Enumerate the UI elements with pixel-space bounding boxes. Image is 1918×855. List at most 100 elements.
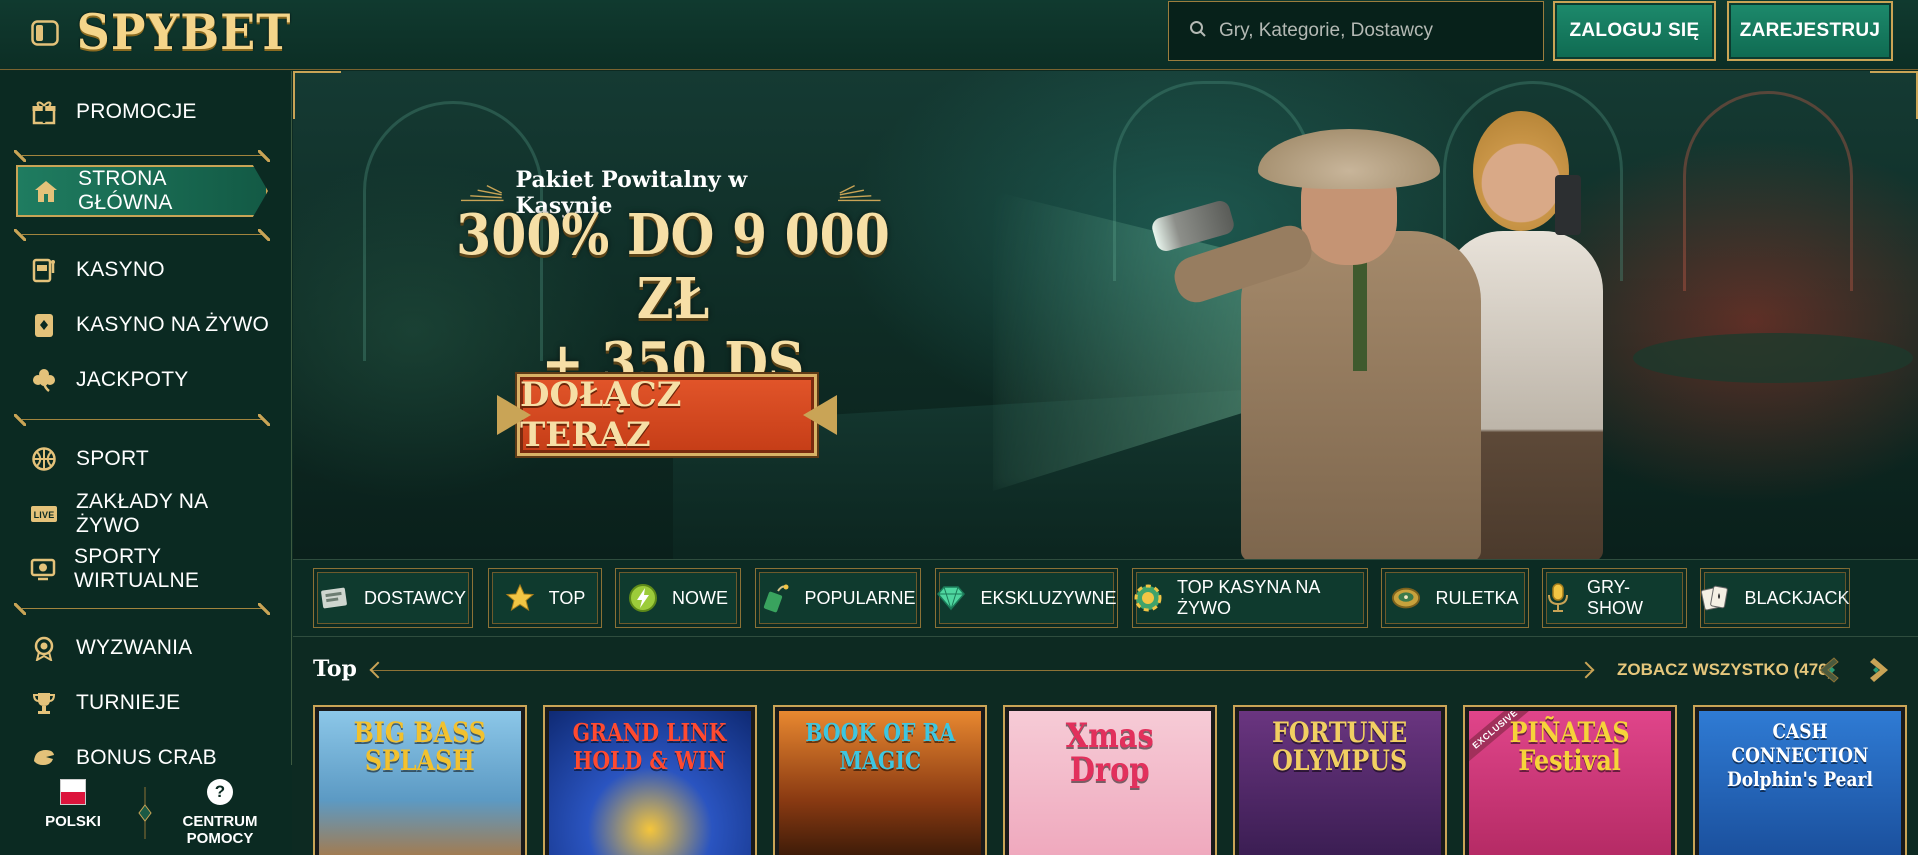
category-label: TOP KASYNA NA ŻYWO — [1177, 577, 1320, 618]
microphone-icon — [1543, 583, 1573, 613]
join-now-label: DOŁĄCZ TERAZ — [517, 374, 817, 456]
register-button[interactable]: ZAREJESTRUJ — [1727, 1, 1893, 61]
sidebar-divider — [14, 603, 270, 615]
game-title: Xmas Drop — [1065, 716, 1155, 790]
see-all-link[interactable]: ZOBACZ WSZYSTKO (476) — [1617, 660, 1833, 680]
sidebar-item-label: TURNIEJE — [76, 691, 181, 714]
carousel-next-button[interactable] — [1866, 656, 1892, 684]
arrow-left-ornament-icon — [497, 395, 531, 435]
category-bar: DOSTAWCY TOP NOWE POPULARNE EKSKLUZYWNE … — [293, 559, 1918, 637]
game-tile-big-bass-splash[interactable]: BIG BASS SPLASH — [313, 705, 527, 855]
providers-icon — [320, 583, 350, 613]
category-game-shows[interactable]: GRY-SHOW — [1542, 568, 1687, 628]
footer-separator — [138, 787, 152, 839]
sidebar-toggle-icon[interactable] — [30, 18, 60, 48]
virtual-sport-icon — [30, 555, 56, 583]
login-button[interactable]: ZALOGUJ SIĘ — [1553, 1, 1716, 61]
sidebar-item-label: SPORTY WIRTUALNE — [74, 545, 200, 592]
game-title: GRAND LINK HOLD & WIN — [573, 718, 727, 775]
question-icon: ? — [207, 779, 233, 805]
basketball-icon — [30, 445, 58, 473]
category-roulette[interactable]: RULETKA — [1381, 568, 1529, 628]
section-divider — [372, 670, 1592, 671]
category-new[interactable]: NOWE — [615, 568, 741, 628]
game-thumbnail: FORTUNE OLYMPUS — [1239, 711, 1441, 855]
category-label: POPULARNE — [804, 587, 916, 608]
category-label: RULETKA — [1435, 587, 1519, 608]
search-input[interactable] — [1219, 20, 1519, 42]
game-tile-fortune-olympus[interactable]: FORTUNE OLYMPUS — [1233, 705, 1447, 855]
game-thumbnail: BIG BASS SPLASH — [319, 711, 521, 855]
sidebar-item-home[interactable]: STRONA GŁÓWNA — [16, 165, 268, 217]
sidebar-item-tournaments[interactable]: TURNIEJE — [30, 683, 270, 723]
game-tile-book-of-ra-magic[interactable]: BOOK OF RA MAGIC — [773, 705, 987, 855]
sidebar-item-challenges[interactable]: WYZWANIA — [30, 628, 270, 668]
join-now-button[interactable]: DOŁĄCZ TERAZ — [497, 367, 837, 463]
game-thumbnail: GRAND LINK HOLD & WIN — [549, 711, 751, 855]
lightning-icon — [628, 583, 658, 613]
chip-icon — [1133, 583, 1163, 613]
medal-icon — [30, 634, 58, 662]
playing-card-icon — [30, 311, 58, 339]
category-bar-fade — [1838, 560, 1918, 636]
sidebar-footer: POLSKI ? CENTRUM POMOCY — [0, 765, 292, 855]
game-tile-cash-connection[interactable]: CASH CONNECTION Dolphin's Pearl — [1693, 705, 1907, 855]
sidebar-item-casino[interactable]: KASYNO — [30, 250, 270, 290]
category-top[interactable]: TOP — [488, 568, 602, 628]
slot-machine-icon — [30, 256, 58, 284]
game-title: PIÑATAS Festival — [1509, 716, 1631, 777]
arrow-right-ornament-icon — [803, 395, 837, 435]
sidebar: PROMOCJE STRONA GŁÓWNA KASYNO KASYNO NA … — [0, 71, 292, 855]
game-tile-pinatas-festival[interactable]: EXCLUSIVE PIÑATAS Festival — [1463, 705, 1677, 855]
tie-graphic — [1353, 261, 1367, 371]
chevron-left-icon — [1819, 657, 1839, 683]
dynamite-icon — [760, 583, 790, 613]
category-label: GRY-SHOW — [1587, 577, 1643, 618]
sidebar-item-jackpots[interactable]: JACKPOTY — [30, 360, 270, 400]
corner-ornament — [1870, 71, 1918, 119]
category-label: BLACKJACK — [1744, 587, 1850, 608]
category-top-live-casino[interactable]: TOP KASYNA NA ŻYWO — [1132, 568, 1368, 628]
sidebar-item-sport[interactable]: SPORT — [30, 439, 270, 479]
sidebar-item-label: WYZWANIA — [76, 636, 193, 659]
background-window — [1683, 91, 1853, 291]
game-tile-grand-link[interactable]: GRAND LINK HOLD & WIN — [543, 705, 757, 855]
category-blackjack[interactable]: BLACKJACK — [1700, 568, 1850, 628]
sidebar-item-virtual-sports[interactable]: SPORTY WIRTUALNE — [30, 545, 270, 592]
sidebar-item-label: KASYNO — [76, 258, 165, 281]
poland-flag-icon — [60, 779, 86, 805]
help-center-link[interactable]: ? CENTRUM POMOCY — [158, 779, 282, 847]
sidebar-item-live-bets[interactable]: LIVE ZAKŁADY NA ŻYWO — [30, 490, 270, 537]
carousel-prev-button[interactable] — [1816, 656, 1842, 684]
game-tile-xmas-drop[interactable]: Xmas Drop — [1003, 705, 1217, 855]
search-box[interactable] — [1168, 1, 1544, 61]
gift-icon — [30, 98, 58, 126]
sidebar-item-label: PROMOCJE — [76, 100, 197, 123]
category-exclusive[interactable]: EKSKLUZYWNE — [935, 568, 1118, 628]
games-carousel: BIG BASS SPLASH GRAND LINK HOLD & WIN BOOK… — [313, 705, 1918, 855]
game-thumbnail: EXCLUSIVE PIÑATAS Festival — [1469, 711, 1671, 855]
diamond-icon — [936, 583, 966, 613]
hero-banner[interactable]: Pakiet Powitalny w Kasynie 300% DO 9 000… — [293, 71, 1918, 559]
sidebar-item-live-casino[interactable]: KASYNO NA ŻYWO — [30, 305, 270, 345]
corner-ornament — [293, 71, 341, 119]
game-title: FORTUNE OLYMPUS — [1272, 716, 1408, 777]
hero-title-line1: 300% DO 9 000 ZŁ — [456, 202, 890, 332]
game-title: CASH CONNECTION Dolphin's Pearl — [1727, 719, 1873, 791]
sidebar-item-label: SPORT — [76, 447, 149, 470]
language-switcher[interactable]: POLSKI — [40, 779, 106, 830]
card-table-graphic — [1633, 333, 1913, 383]
game-thumbnail: CASH CONNECTION Dolphin's Pearl — [1699, 711, 1901, 855]
language-label: POLSKI — [45, 813, 101, 830]
category-providers[interactable]: DOSTAWCY — [313, 568, 473, 628]
sidebar-divider — [14, 229, 270, 241]
spybet-logo[interactable]: SPYBET — [77, 2, 291, 62]
category-popular[interactable]: POPULARNE — [755, 568, 921, 628]
svg-text:LIVE: LIVE — [34, 510, 55, 520]
home-icon — [32, 177, 60, 205]
game-thumbnail: Xmas Drop — [1009, 711, 1211, 855]
sidebar-item-promotions[interactable]: PROMOCJE — [30, 92, 270, 132]
clover-icon — [30, 366, 58, 394]
category-label: TOP — [548, 587, 586, 608]
trophy-icon — [30, 689, 58, 717]
